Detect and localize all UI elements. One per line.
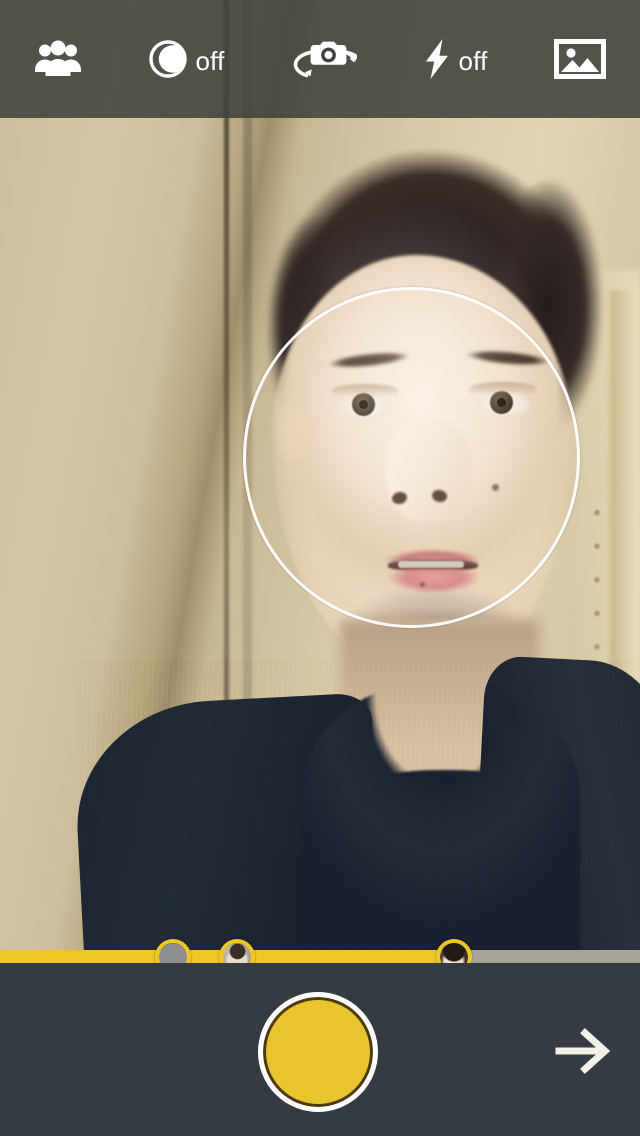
people-group-icon xyxy=(34,40,82,78)
gallery-button[interactable] xyxy=(553,37,606,81)
flash-state-label: off xyxy=(458,45,488,76)
flash-button[interactable]: off xyxy=(423,38,487,80)
friends-button[interactable] xyxy=(34,40,82,78)
subject-knit-texture xyxy=(78,660,640,963)
arrow-right-icon xyxy=(555,1026,611,1076)
moon-icon xyxy=(148,39,188,79)
night-mode-state-label: off xyxy=(195,45,225,76)
face-detection-circle xyxy=(243,287,580,628)
flip-camera-button[interactable] xyxy=(291,36,357,82)
next-arrow-button[interactable] xyxy=(555,1026,611,1076)
flash-bolt-icon xyxy=(423,38,451,80)
camera-flip-icon xyxy=(291,36,357,82)
image-gallery-icon xyxy=(553,37,606,81)
camera-top-toolbar: off off xyxy=(0,0,640,118)
camera-app-screen: off off xyxy=(0,0,640,1136)
shutter-button[interactable] xyxy=(258,992,378,1112)
night-mode-button[interactable]: off xyxy=(148,39,224,79)
filter-scrub-bar[interactable] xyxy=(0,939,640,975)
